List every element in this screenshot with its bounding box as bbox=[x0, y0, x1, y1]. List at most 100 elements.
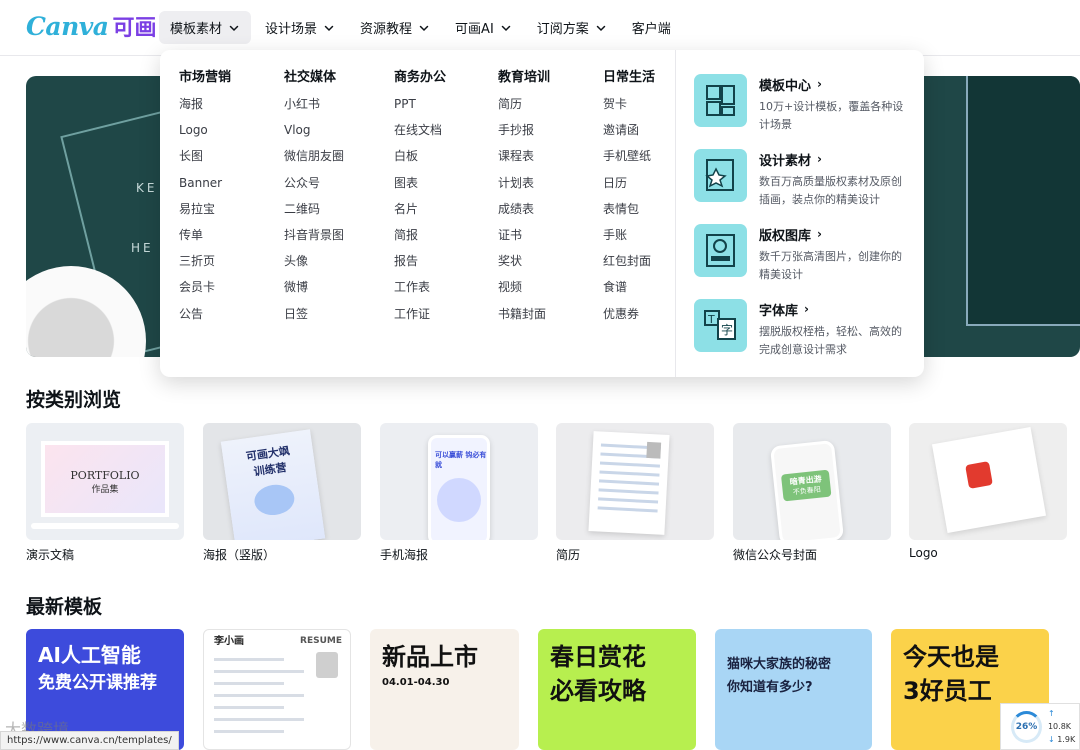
template-subtitle: 你知道有多少? bbox=[727, 680, 813, 695]
mega-menu-link[interactable]: 优惠券 bbox=[603, 304, 655, 330]
mega-menu-link[interactable]: 简历 bbox=[498, 94, 550, 120]
mega-menu-link[interactable]: 手机壁纸 bbox=[603, 146, 655, 172]
mega-menu-link[interactable]: 邀请函 bbox=[603, 120, 655, 146]
mega-menu-link[interactable]: 小红书 bbox=[284, 94, 344, 120]
canva-logo[interactable]: Canva 可画 bbox=[26, 10, 157, 42]
mega-feature-1[interactable]: 设计素材 › 数百万高质量版权素材及原创插画，装点你的精美设计 bbox=[694, 149, 904, 209]
svg-text:T: T bbox=[707, 313, 715, 326]
mega-menu-link[interactable]: 日历 bbox=[603, 173, 655, 199]
template-card-4[interactable]: 猫咪大家族的秘密 你知道有多少? bbox=[715, 629, 872, 750]
logo-wordmark: Canva bbox=[26, 11, 109, 41]
mega-menu-link[interactable]: 会员卡 bbox=[179, 277, 231, 303]
nav-item-0[interactable]: 模板素材 bbox=[159, 11, 252, 44]
mega-menu-link[interactable]: 名片 bbox=[394, 199, 446, 225]
mega-column-title: 商务办公 bbox=[394, 70, 447, 85]
laptop-base bbox=[31, 523, 179, 529]
template-title: AI人工智能 bbox=[38, 643, 141, 667]
category-label[interactable]: Logo bbox=[909, 546, 938, 560]
category-card-5[interactable] bbox=[909, 423, 1067, 540]
chevron-right-icon: › bbox=[817, 77, 822, 91]
category-card-0[interactable]: PORTFOLIO 作品集 bbox=[26, 423, 184, 540]
mega-menu-link[interactable]: 手抄报 bbox=[498, 120, 550, 146]
mega-feature-3[interactable]: T 字字体库 › 摆脱版权桎梏，轻松、高效的完成创意设计需求 bbox=[694, 299, 904, 359]
mega-menu-link[interactable]: 微博 bbox=[284, 277, 344, 303]
mega-menu-link[interactable]: 食谱 bbox=[603, 277, 655, 303]
mega-menu-link[interactable]: 白板 bbox=[394, 146, 446, 172]
hero-text-2: HE bbox=[131, 241, 154, 255]
mega-menu-link[interactable]: 长图 bbox=[179, 146, 231, 172]
mega-menu-link[interactable]: 课程表 bbox=[498, 146, 550, 172]
mega-menu-link[interactable]: 二维码 bbox=[284, 199, 344, 225]
nav-item-3[interactable]: 可画AI bbox=[444, 11, 523, 44]
mega-column-title: 教育培训 bbox=[498, 70, 551, 85]
mega-menu-link[interactable]: Logo bbox=[179, 120, 231, 146]
mega-menu-link[interactable]: PPT bbox=[394, 94, 446, 120]
nav-item-5[interactable]: 客户端 bbox=[621, 11, 682, 44]
mega-menu-link[interactable]: 报告 bbox=[394, 251, 446, 277]
mega-menu-link[interactable]: Vlog bbox=[284, 120, 344, 146]
mega-menu-link[interactable]: 成绩表 bbox=[498, 199, 550, 225]
download-speed: ↓ 1.9K bbox=[1047, 735, 1076, 744]
mega-menu-link[interactable]: 红包封面 bbox=[603, 251, 655, 277]
category-label[interactable]: 简历 bbox=[556, 546, 580, 563]
category-label[interactable]: 海报（竖版） bbox=[203, 546, 275, 563]
category-card-2[interactable]: 可以赢薪 钩必有就 bbox=[380, 423, 538, 540]
nav-item-label: 模板素材 bbox=[170, 22, 223, 37]
latest-section-title: 最新模板 bbox=[26, 596, 103, 618]
mega-menu-link[interactable]: 奖状 bbox=[498, 251, 550, 277]
poster-thumbnail: 可画大飒 训练营 bbox=[220, 429, 326, 540]
mega-column-0: 市场营销 海报 Logo 长图 Banner 易拉宝 传单 三折页 会员卡 公告 bbox=[179, 66, 231, 330]
template-card-3[interactable]: 春日赏花 必看攻略 bbox=[538, 629, 696, 750]
mega-menu-link[interactable]: 工作证 bbox=[394, 304, 446, 330]
mega-menu-link[interactable]: 手账 bbox=[603, 225, 655, 251]
portfolio-thumbnail: PORTFOLIO 作品集 bbox=[41, 441, 169, 517]
mega-menu-link[interactable]: 抖音背景图 bbox=[284, 225, 344, 251]
mega-menu-link[interactable]: 头像 bbox=[284, 251, 344, 277]
mega-menu-link[interactable]: 视频 bbox=[498, 277, 550, 303]
logo-chinese: 可画 bbox=[112, 16, 157, 41]
feature-description: 摆脱版权桎梏，轻松、高效的完成创意设计需求 bbox=[759, 325, 902, 356]
mega-menu-link[interactable]: 简报 bbox=[394, 225, 446, 251]
mega-menu-link[interactable]: 微信朋友圈 bbox=[284, 146, 344, 172]
mega-menu-link[interactable]: 海报 bbox=[179, 94, 231, 120]
feature-title: 版权图库 › bbox=[759, 227, 822, 244]
mega-menu-link[interactable]: 工作表 bbox=[394, 277, 446, 303]
nav-item-label: 资源教程 bbox=[360, 22, 413, 37]
mega-menu-link[interactable]: 在线文档 bbox=[394, 120, 446, 146]
category-card-1[interactable]: 可画大飒 训练营 bbox=[203, 423, 361, 540]
mega-menu-link[interactable]: 书籍封面 bbox=[498, 304, 550, 330]
nav-item-1[interactable]: 设计场景 bbox=[254, 11, 346, 44]
mega-menu-link[interactable]: 易拉宝 bbox=[179, 199, 231, 225]
mega-column-title: 日常生活 bbox=[603, 70, 656, 85]
category-card-3[interactable] bbox=[556, 423, 714, 540]
template-card-1[interactable]: 李小画 RESUME bbox=[203, 629, 351, 750]
mega-menu-link[interactable]: 图表 bbox=[394, 173, 446, 199]
category-label[interactable]: 演示文稿 bbox=[26, 546, 74, 563]
category-label[interactable]: 微信公众号封面 bbox=[733, 546, 817, 563]
mega-menu-link[interactable]: 证书 bbox=[498, 225, 550, 251]
mega-menu-link[interactable]: 日签 bbox=[284, 304, 344, 330]
chevron-down-icon bbox=[500, 22, 512, 34]
mega-menu-link[interactable]: 三折页 bbox=[179, 251, 231, 277]
mega-feature-2[interactable]: 版权图库 › 数千万张高清图片，创建你的精美设计 bbox=[694, 224, 904, 284]
feature-description: 10万+设计模板，覆盖各种设计场景 bbox=[759, 100, 904, 131]
category-label[interactable]: 手机海报 bbox=[380, 546, 428, 563]
chevron-right-icon: › bbox=[804, 302, 809, 316]
feature-description: 数百万高质量版权素材及原创插画，装点你的精美设计 bbox=[759, 175, 902, 206]
mega-menu-link[interactable]: Banner bbox=[179, 173, 231, 199]
category-card-4[interactable]: 暗青出游 不负春阳 bbox=[733, 423, 891, 540]
mega-menu-link[interactable]: 传单 bbox=[179, 225, 231, 251]
speed-percent: 26% bbox=[1011, 710, 1042, 743]
mega-menu-link[interactable]: 贺卡 bbox=[603, 94, 655, 120]
chevron-right-icon: › bbox=[817, 227, 822, 241]
mega-menu-link[interactable]: 计划表 bbox=[498, 173, 550, 199]
mega-menu-link[interactable]: 公众号 bbox=[284, 173, 344, 199]
mega-column-title: 社交媒体 bbox=[284, 70, 337, 85]
template-card-2[interactable]: 新品上市 04.01-04.30 bbox=[370, 629, 519, 750]
mega-menu-link[interactable]: 公告 bbox=[179, 304, 231, 330]
mega-feature-0[interactable]: 模板中心 › 10万+设计模板，覆盖各种设计场景 bbox=[694, 74, 904, 134]
mega-menu-link[interactable]: 表情包 bbox=[603, 199, 655, 225]
nav-item-2[interactable]: 资源教程 bbox=[349, 11, 441, 44]
nav-item-label: 可画AI bbox=[455, 22, 494, 37]
nav-item-4[interactable]: 订阅方案 bbox=[526, 11, 618, 44]
